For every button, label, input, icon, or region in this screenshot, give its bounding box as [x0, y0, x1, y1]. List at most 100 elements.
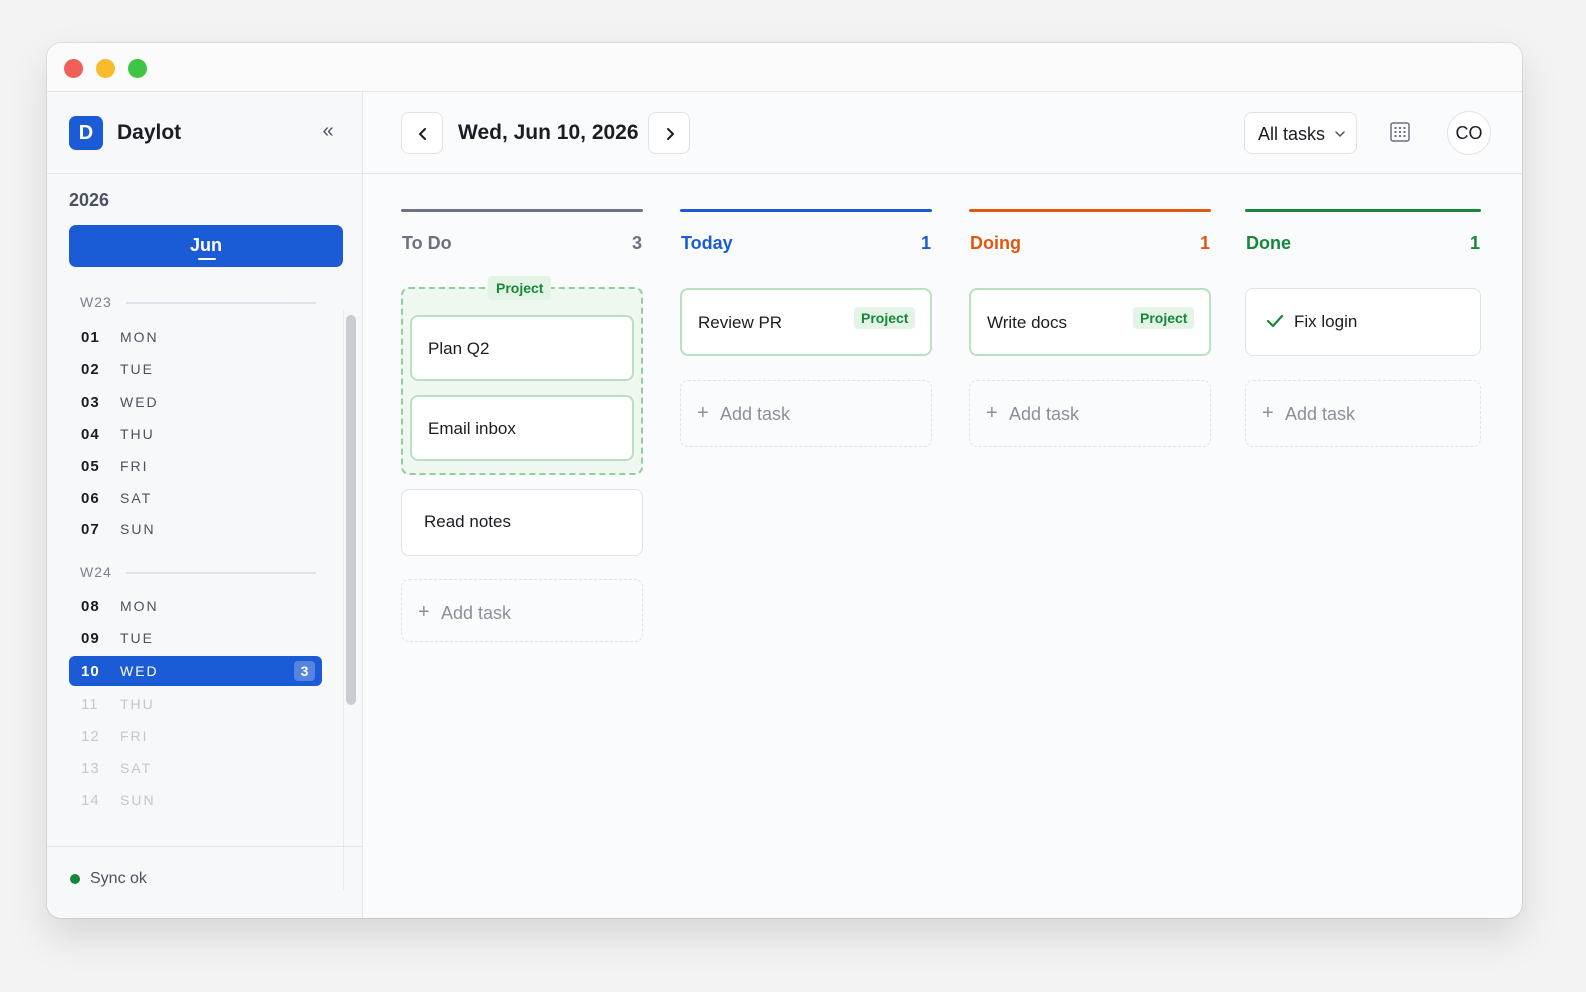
task-card[interactable]: Read notes	[401, 489, 643, 556]
chevrons-left-icon[interactable]: «	[317, 120, 339, 144]
day-item-selected[interactable]: 10 WED 3	[69, 656, 322, 686]
month-label: Jun	[189, 235, 222, 255]
add-task-label: Add task	[1009, 404, 1080, 424]
day-number: 09	[81, 630, 100, 647]
toolbar: Wed, Jun 10, 2026 All tasks CO	[363, 92, 1522, 174]
week-label: W24	[80, 564, 112, 580]
task-title: Review PR	[698, 313, 783, 332]
day-number: 14	[81, 792, 100, 809]
plus-icon: +	[986, 402, 998, 424]
task-card[interactable]: Email inbox	[410, 395, 634, 461]
day-number: 12	[81, 728, 100, 745]
day-number: 04	[81, 426, 100, 443]
chevron-left-icon	[419, 128, 426, 140]
day-item[interactable]: 14 SUN	[69, 785, 322, 815]
day-item[interactable]: 13 SAT	[69, 753, 322, 783]
day-item[interactable]: 07 SUN	[69, 514, 322, 544]
task-title: Plan Q2	[428, 339, 490, 358]
add-task-button[interactable]: + Add task	[969, 380, 1211, 447]
day-item[interactable]: 11 THU	[69, 689, 322, 719]
week-divider	[126, 302, 316, 304]
day-weekday: SAT	[120, 490, 153, 506]
close-window-button[interactable]	[64, 59, 83, 78]
project-group: Plan Q2 Email inbox	[401, 287, 643, 475]
day-item[interactable]: 06 SAT	[69, 483, 322, 513]
checkmark-icon	[1266, 314, 1284, 328]
add-task-label: Add task	[441, 603, 512, 623]
column-count: 3	[631, 233, 642, 253]
column-title: To Do	[402, 233, 452, 253]
column-doing: Doing 1 Write docs Project + Add task	[969, 209, 1211, 469]
scrollbar-track	[343, 310, 344, 890]
app-name: Daylot	[117, 121, 182, 144]
day-weekday: TUE	[120, 630, 154, 646]
column-count: 1	[1199, 233, 1210, 253]
task-count-badge: 3	[294, 661, 315, 681]
plus-icon: +	[697, 402, 709, 424]
day-item[interactable]: 08 MON	[69, 591, 322, 621]
title-bar	[47, 43, 1522, 92]
day-item[interactable]: 02 TUE	[69, 354, 322, 384]
filter-label: All tasks	[1258, 124, 1326, 144]
task-title: Write docs	[987, 313, 1067, 332]
day-weekday: THU	[120, 696, 155, 712]
calendar-icon[interactable]	[1388, 120, 1412, 144]
day-weekday: WED	[120, 663, 159, 679]
add-task-button[interactable]: + Add task	[680, 380, 932, 447]
project-tag: Project	[488, 276, 552, 300]
task-title: Email inbox	[428, 419, 516, 438]
column-count: 1	[1469, 233, 1480, 253]
day-item[interactable]: 04 THU	[69, 419, 322, 449]
day-weekday: SAT	[120, 760, 153, 776]
day-number: 01	[81, 329, 100, 346]
day-number: 06	[81, 490, 100, 507]
week-label: W23	[80, 294, 112, 310]
day-number: 05	[81, 458, 100, 475]
column-color-bar	[401, 209, 643, 212]
day-item[interactable]: 01 MON	[69, 322, 322, 352]
day-weekday: MON	[120, 329, 159, 345]
add-task-label: Add task	[1285, 404, 1356, 424]
sidebar-footer: Sync ok	[47, 846, 363, 918]
task-title: Read notes	[424, 512, 511, 531]
day-number: 13	[81, 760, 100, 777]
day-number: 08	[81, 598, 100, 615]
day-item[interactable]: 12 FRI	[69, 721, 322, 751]
day-weekday: FRI	[120, 458, 149, 474]
minimize-window-button[interactable]	[96, 59, 115, 78]
add-task-button[interactable]: + Add task	[401, 579, 643, 642]
add-task-button[interactable]: + Add task	[1245, 380, 1481, 447]
column-title: Doing	[970, 233, 1021, 253]
column-color-bar	[1245, 209, 1481, 212]
project-tag: Project	[1133, 307, 1195, 329]
day-weekday: FRI	[120, 728, 149, 744]
month-button[interactable]: Jun	[69, 225, 343, 267]
day-number: 10	[81, 663, 100, 680]
scrollbar-thumb[interactable]	[346, 315, 356, 705]
day-item[interactable]: 05 FRI	[69, 451, 322, 481]
task-filter-dropdown[interactable]: All tasks	[1244, 112, 1357, 154]
app-window: D Daylot « 2026 Jun W23 01 MON 02 TUE 03 WE…	[47, 43, 1522, 918]
day-item[interactable]: 09 TUE	[69, 623, 322, 653]
day-number: 11	[81, 696, 99, 713]
user-avatar[interactable]: CO	[1447, 111, 1491, 155]
task-card[interactable]: Review PR Project	[680, 288, 932, 356]
day-number: 03	[81, 394, 100, 411]
day-weekday: SUN	[120, 792, 156, 808]
task-card[interactable]: Write docs Project	[969, 288, 1211, 356]
day-number: 07	[81, 521, 100, 538]
column-color-bar	[680, 209, 932, 212]
zoom-window-button[interactable]	[128, 59, 147, 78]
day-weekday: THU	[120, 426, 155, 442]
day-item[interactable]: 03 WED	[69, 387, 322, 417]
column-title: Today	[681, 233, 733, 253]
main-board: Wed, Jun 10, 2026 All tasks CO To Do 3 P…	[363, 92, 1522, 918]
task-card[interactable]: Plan Q2	[410, 315, 634, 381]
next-day-button[interactable]	[648, 112, 690, 154]
day-weekday: WED	[120, 394, 159, 410]
plus-icon: +	[418, 601, 430, 623]
task-card[interactable]: Fix login	[1245, 288, 1481, 356]
plus-icon: +	[1262, 402, 1274, 424]
previous-day-button[interactable]	[401, 112, 443, 154]
project-tag: Project	[854, 307, 916, 329]
